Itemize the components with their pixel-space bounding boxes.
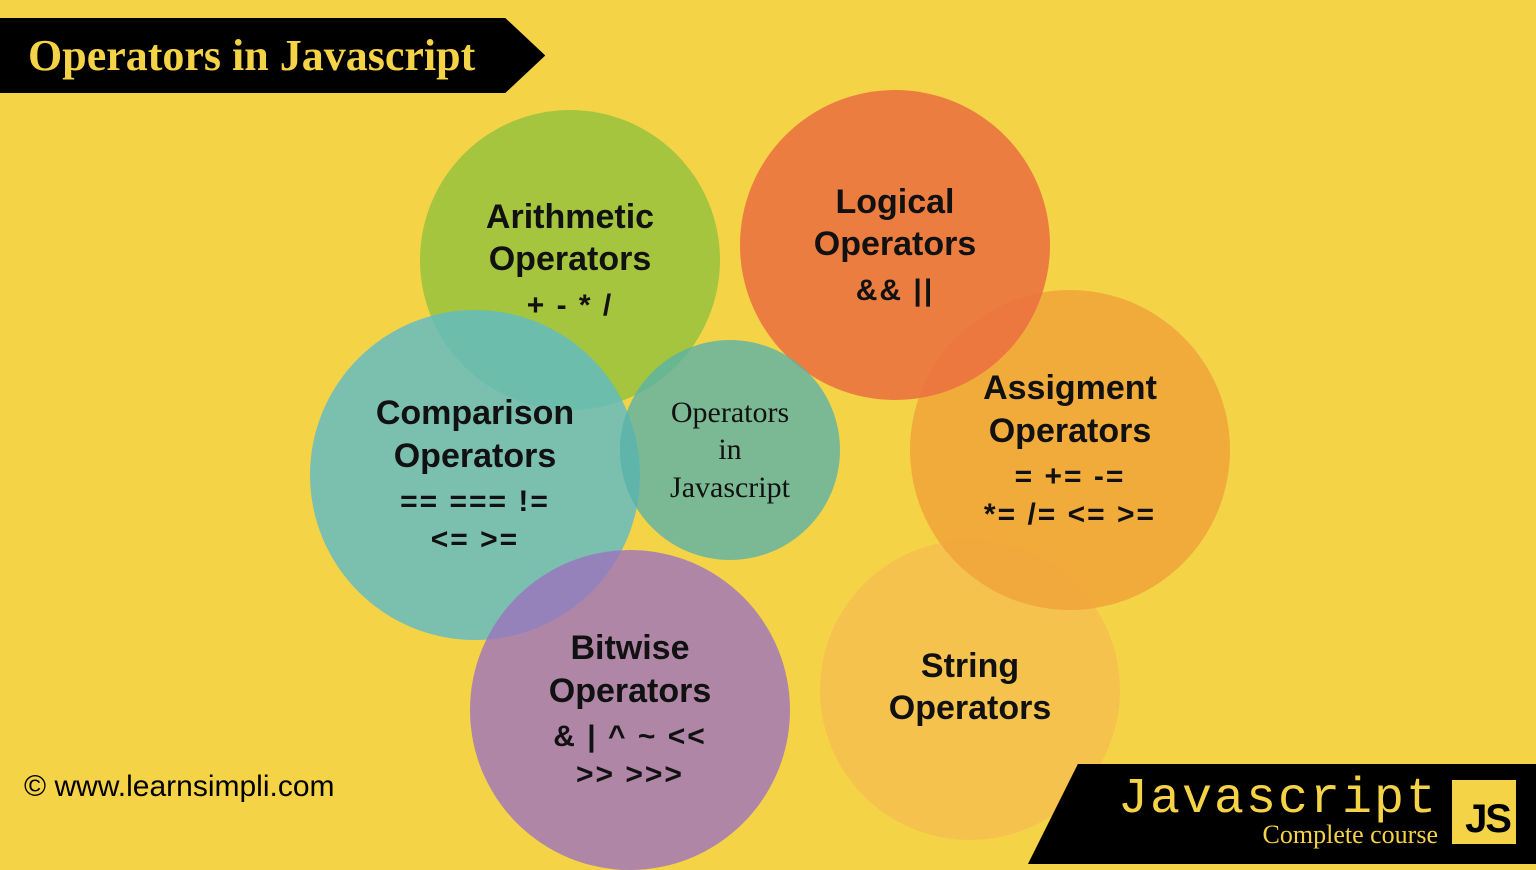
bubble-comparison-title: Comparison Operators	[376, 392, 574, 477]
bubble-string-title: String Operators	[889, 645, 1052, 730]
bubble-arithmetic-title: Arithmetic Operators	[486, 196, 654, 281]
copyright-text: © www.learnsimpli.com	[24, 770, 335, 804]
bubble-logical-symbols: && ||	[856, 272, 934, 310]
bubble-comparison-symbols: == === != <= >=	[400, 483, 550, 558]
footer-text: Javascript Complete course	[1118, 776, 1438, 848]
bubble-logical: Logical Operators && ||	[740, 90, 1050, 400]
bubble-bitwise-title: Bitwise Operators	[549, 627, 712, 712]
footer-title: Javascript	[1118, 776, 1438, 824]
bubble-bitwise: Bitwise Operators & | ^ ~ << >> >>>	[470, 550, 790, 870]
bubble-center-label: Operators in Javascript	[670, 394, 790, 507]
bubble-bitwise-symbols: & | ^ ~ << >> >>>	[553, 718, 706, 793]
js-logo-icon: JS	[1452, 780, 1516, 844]
footer-banner: Javascript Complete course JS	[1028, 764, 1536, 864]
bubble-logical-title: Logical Operators	[814, 181, 977, 266]
bubble-assignment-title: Assigment Operators	[983, 367, 1157, 452]
diagram-canvas: String Operators Assigment Operators = +…	[0, 0, 1536, 864]
bubble-assignment-symbols: = += -= *= /= <= >=	[984, 458, 1156, 533]
bubble-center: Operators in Javascript	[620, 340, 840, 560]
js-logo-text: JS	[1465, 797, 1510, 842]
bubble-arithmetic-symbols: + - * /	[527, 287, 614, 325]
